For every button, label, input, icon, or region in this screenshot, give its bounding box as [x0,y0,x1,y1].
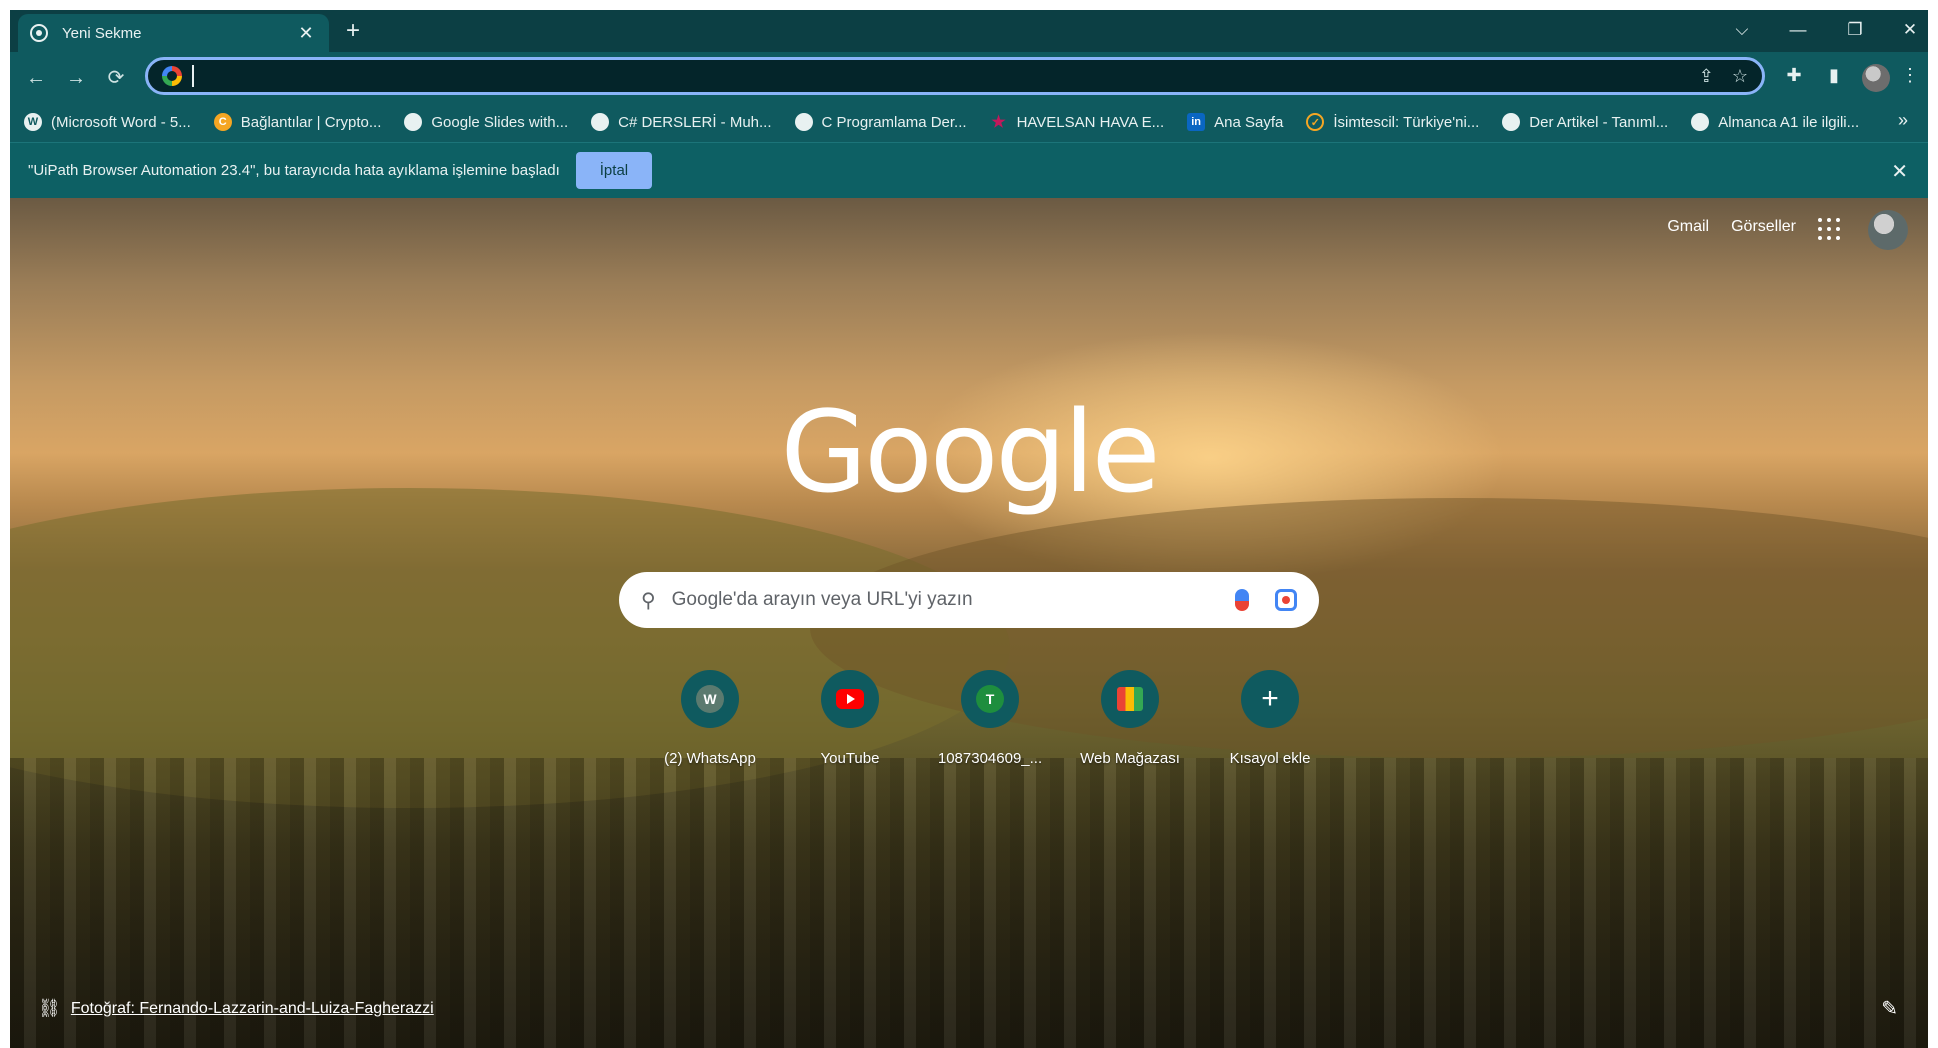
side-panel-icon[interactable]: ▮ [1820,65,1848,86]
apps-grid-icon[interactable] [1818,218,1840,240]
link-icon: ⛓ [38,998,61,1018]
bookmark-item[interactable]: C# DERSLERİ - Muh... [591,113,772,131]
bookmark-label: Bağlantılar | Crypto... [240,113,382,131]
bookmark-label: Almanca A1 ile ilgili... [1718,113,1860,131]
customize-pencil-icon[interactable]: ✎ [1881,996,1898,1021]
search-placeholder: Google'da arayın veya URL'yi yazın [671,589,973,610]
globe-icon [1502,113,1521,131]
bookmark-item[interactable]: C Programlama Der... [794,113,967,131]
globe-icon [591,113,610,131]
infobar-message: "UiPath Browser Automation 23.4", bu tar… [28,162,560,179]
new-tab-page: Gmail Görseller Google ⚲ Google'da arayı… [10,198,1928,1048]
search-icon: ⚲ [641,589,656,612]
word-icon: W [24,113,42,131]
google-icon [162,66,182,86]
gmail-link[interactable]: Gmail [1667,218,1709,236]
forward-button[interactable]: → [62,64,90,92]
bookmark-item[interactable]: Almanca A1 ile ilgili... [1691,113,1859,131]
photo-credit-text: Fotoğraf: Fernando-Lazzarin-and-Luiza-Fa… [70,999,434,1017]
bookmarks-bar: W (Microsoft Word - 5... C Bağlantılar | C… [10,102,1928,142]
chrome-icon [30,24,48,42]
extensions-icon[interactable]: ✚ [1780,65,1808,86]
tab-strip: Yeni Sekme ✕ + ⌵ — ❐ ✕ [10,10,1928,52]
close-infobar-icon[interactable]: ✕ [1891,159,1908,184]
toolbar: ← → ⟳ ⇪ ☆ ✚ ▮ ⋮ [10,52,1928,102]
shortcut-label: Web Mağazası [1080,750,1180,767]
plus-icon: + [1261,682,1279,715]
menu-icon[interactable]: ⋮ [1896,65,1924,86]
bookmark-label: İsimtescil: Türkiye'ni... [1333,113,1480,131]
top-links: Gmail Görseller [1667,218,1796,236]
share-icon[interactable]: ⇪ [1699,66,1714,87]
back-button[interactable]: ← [22,64,50,92]
bookmarks-overflow-icon[interactable]: » [1898,110,1908,131]
letter-t-icon: T [976,685,1004,713]
restore-button[interactable]: ❐ [1835,16,1875,44]
bookmark-label: Google Slides with... [431,113,569,131]
cancel-button[interactable]: İptal [575,152,653,189]
shortcut-label: (2) WhatsApp [664,750,756,767]
bookmark-label: C# DERSLERİ - Muh... [618,113,772,131]
add-shortcut[interactable]: + Kısayol ekle [1200,670,1340,767]
bookmark-label: (Microsoft Word - 5... [51,113,191,131]
account-avatar[interactable] [1868,210,1908,250]
shortcut-label: YouTube [820,750,880,767]
whatsapp-letter-icon: W [696,685,724,713]
linkedin-icon: in [1187,113,1206,131]
debugging-infobar: "UiPath Browser Automation 23.4", bu tar… [10,142,1928,198]
minimize-button[interactable]: — [1778,16,1818,44]
microphone-icon[interactable] [1235,589,1249,611]
bookmark-item[interactable]: W (Microsoft Word - 5... [24,113,191,131]
shortcut-web-store[interactable]: Web Mağazası [1060,670,1200,767]
search-box[interactable]: ⚲ Google'da arayın veya URL'yi yazın [619,572,1319,628]
crypto-icon: C [213,113,232,131]
star-icon: ★ [991,114,1006,131]
bookmark-item[interactable]: Der Artikel - Tanıml... [1502,113,1668,131]
check-icon: ✓ [1306,113,1325,131]
bookmark-label: Ana Sayfa [1214,113,1284,131]
web-store-icon [1117,687,1143,711]
bookmark-item[interactable]: in Ana Sayfa [1187,113,1283,131]
globe-icon [404,113,423,131]
tab-title: Yeni Sekme [62,24,142,42]
tab-new-tab[interactable]: Yeni Sekme ✕ [18,14,329,52]
shortcuts: W (2) WhatsApp YouTube T 1087304609_... … [640,670,1340,767]
shortcut-label: 1087304609_... [937,750,1043,767]
bookmark-item[interactable]: ★ HAVELSAN HAVA E... [990,113,1165,132]
photo-credit[interactable]: ⛓ Fotoğraf: Fernando-Lazzarin-and-Luiza-… [38,998,434,1019]
new-tab-button[interactable]: + [340,19,366,43]
globe-icon [1691,113,1710,131]
tab-search-icon[interactable]: ⌵ [1722,16,1762,44]
bookmark-label: Der Artikel - Tanıml... [1529,113,1669,131]
browser-window: Yeni Sekme ✕ + ⌵ — ❐ ✕ ← → ⟳ ⇪ ☆ ✚ ▮ ⋮ W… [10,10,1928,1048]
bookmark-item[interactable]: C Bağlantılar | Crypto... [213,113,382,131]
bookmark-item[interactable]: ✓ İsimtescil: Türkiye'ni... [1306,113,1479,131]
address-bar[interactable]: ⇪ ☆ [145,57,1765,95]
shortcut-label: Kısayol ekle [1229,750,1311,767]
bookmark-item[interactable]: Google Slides with... [404,113,568,131]
profile-avatar[interactable] [1862,64,1890,92]
close-window-button[interactable]: ✕ [1890,16,1928,44]
text-cursor [192,65,194,87]
bookmark-label: HAVELSAN HAVA E... [1016,113,1165,131]
globe-icon [794,113,813,131]
shortcut-file[interactable]: T 1087304609_... [920,670,1060,767]
close-tab-icon[interactable]: ✕ [295,23,317,44]
reload-button[interactable]: ⟳ [102,64,130,92]
images-link[interactable]: Görseller [1731,218,1796,236]
shortcut-whatsapp[interactable]: W (2) WhatsApp [640,670,780,767]
bookmark-label: C Programlama Der... [821,113,967,131]
google-lens-icon[interactable] [1275,589,1297,611]
google-logo: Google [780,388,1161,518]
bookmark-star-icon[interactable]: ☆ [1732,66,1748,87]
shortcut-youtube[interactable]: YouTube [780,670,920,767]
youtube-icon [836,689,864,709]
